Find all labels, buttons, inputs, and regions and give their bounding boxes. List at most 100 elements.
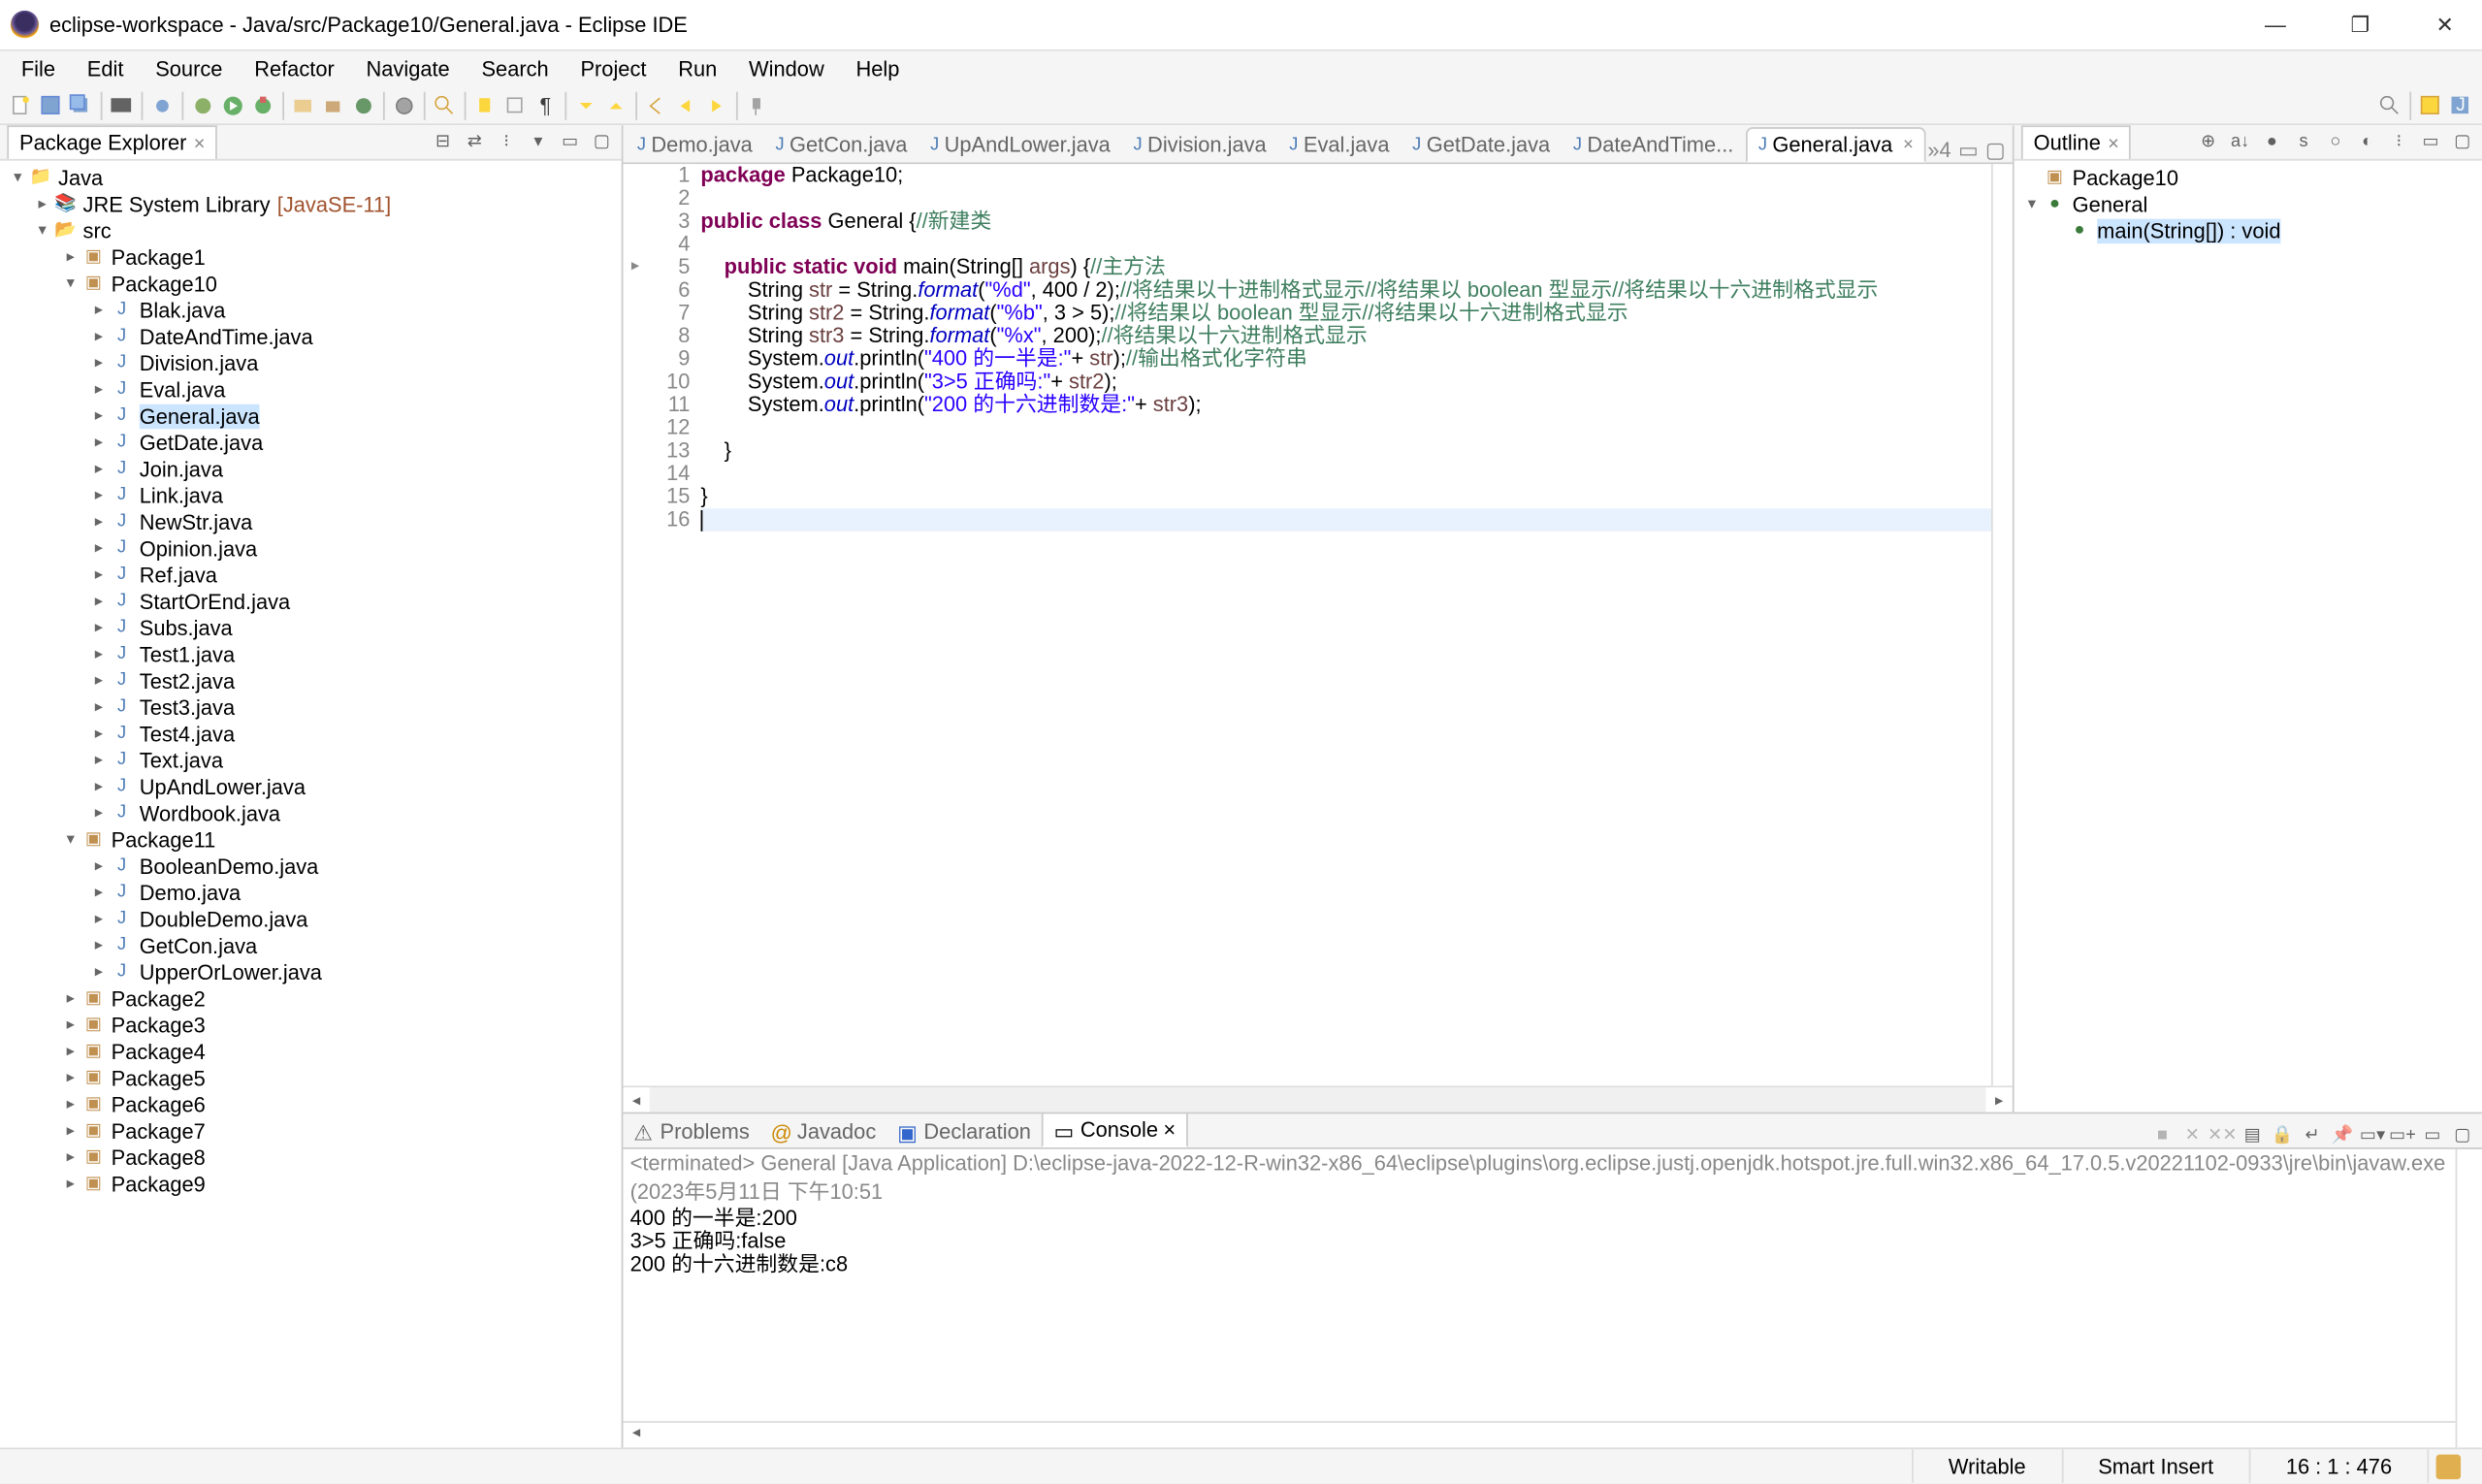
coverage-icon[interactable] <box>249 91 277 119</box>
tab-console[interactable]: ▭Console× <box>1042 1113 1188 1147</box>
hide-local-icon[interactable]: ◐ <box>2355 130 2379 154</box>
java-file-node[interactable]: ▸JWordbook.java <box>0 799 621 825</box>
menu-run[interactable]: Run <box>664 53 731 85</box>
java-file-node[interactable]: ▸JText.java <box>0 747 621 773</box>
java-file-node[interactable]: ▸JGetDate.java <box>0 429 621 455</box>
java-file-node[interactable]: ▸JSubs.java <box>0 614 621 640</box>
java-file-node[interactable]: ▸JUpperOrLower.java <box>0 958 621 984</box>
minimize-view-icon[interactable]: ▭ <box>558 130 582 154</box>
close-icon[interactable]: × <box>1163 1117 1176 1142</box>
java-file-node[interactable]: ▸JNewStr.java <box>0 508 621 534</box>
close-icon[interactable]: × <box>194 134 206 155</box>
java-file-node[interactable]: ▸JOpinion.java <box>0 534 621 561</box>
close-button[interactable]: ✕ <box>2418 7 2471 42</box>
console-vscroll[interactable] <box>2456 1149 2482 1448</box>
editor-tab[interactable]: JGetDate.java <box>1402 127 1561 162</box>
tip-icon[interactable] <box>2436 1454 2461 1478</box>
console-output[interactable]: 400 的一半是:200 3>5 正确吗:false 200 的十六进制数是:c… <box>623 1208 2455 1421</box>
terminate-icon[interactable]: ■ <box>2150 1123 2175 1147</box>
minimize-button[interactable]: — <box>2249 7 2303 42</box>
word-wrap-icon[interactable]: ↵ <box>2300 1123 2324 1147</box>
search-icon[interactable] <box>431 91 459 119</box>
remove-all-icon[interactable]: ✕✕ <box>2210 1123 2235 1147</box>
java-file-node[interactable]: ▸JTest1.java <box>0 641 621 667</box>
clear-console-icon[interactable]: ▤ <box>2240 1123 2265 1147</box>
next-annotation-icon[interactable] <box>572 91 600 119</box>
outline-tab[interactable]: Outline× <box>2021 125 2132 159</box>
console-hscroll[interactable]: ◂ <box>623 1421 2455 1447</box>
editor-tab[interactable]: JDateAndTime... <box>1563 127 1744 162</box>
save-all-icon[interactable] <box>67 91 95 119</box>
maximize-editor-icon[interactable]: ▢ <box>1985 138 2006 162</box>
scroll-lock-icon[interactable]: 🔒 <box>2271 1123 2295 1147</box>
menu-project[interactable]: Project <box>566 53 661 85</box>
package-node[interactable]: ▸▣Package9 <box>0 1171 621 1197</box>
java-file-node[interactable]: ▸JGetCon.java <box>0 932 621 958</box>
editor-tab[interactable]: JUpAndLower.java <box>919 127 1121 162</box>
package-node[interactable]: ▾▣Package11 <box>0 826 621 853</box>
java-file-node[interactable]: ▸JTest4.java <box>0 721 621 747</box>
java-file-node[interactable]: ▸JDoubleDemo.java <box>0 906 621 932</box>
java-file-node[interactable]: ▸JJoin.java <box>0 456 621 482</box>
close-icon[interactable]: × <box>1903 135 1914 154</box>
tab-javadoc[interactable]: @Javadoc <box>760 1115 886 1147</box>
code-editor[interactable]: ▸ 12345678910111213141516 package Packag… <box>623 164 2013 1085</box>
new-class-icon[interactable] <box>349 91 377 119</box>
outline-method[interactable]: ●main(String[]) : void <box>2015 217 2482 243</box>
package-node[interactable]: ▸▣Package4 <box>0 1038 621 1064</box>
java-file-node[interactable]: ▸JEval.java <box>0 376 621 403</box>
menu-file[interactable]: File <box>7 53 69 85</box>
toggle-mark-icon[interactable] <box>471 91 500 119</box>
package-tree[interactable]: ▾📁Java ▸📚JRE System Library[JavaSE-11] ▾… <box>0 161 621 1448</box>
package-explorer-tab[interactable]: Package Explorer× <box>7 125 217 159</box>
minimize-panel-icon[interactable]: ▭ <box>2420 1123 2444 1147</box>
jre-node[interactable]: ▸📚JRE System Library[JavaSE-11] <box>0 191 621 217</box>
pin-console-icon[interactable]: 📌 <box>2330 1123 2354 1147</box>
package-node[interactable]: ▸▣Package3 <box>0 1012 621 1038</box>
hide-fields-icon[interactable]: ● <box>2260 130 2284 154</box>
new-package-icon[interactable] <box>319 91 347 119</box>
quick-access-icon[interactable] <box>2376 91 2404 119</box>
editor-tab[interactable]: JGeneral.java× <box>1746 127 1925 162</box>
package-node[interactable]: ▸▣Package1 <box>0 243 621 270</box>
package-node[interactable]: ▸▣Package8 <box>0 1144 621 1170</box>
menu-help[interactable]: Help <box>842 53 914 85</box>
new-icon[interactable] <box>7 91 35 119</box>
display-console-icon[interactable]: ▭▾ <box>2360 1123 2384 1147</box>
java-file-node[interactable]: ▸JGeneral.java <box>0 403 621 429</box>
prev-annotation-icon[interactable] <box>602 91 630 119</box>
back-icon[interactable] <box>672 91 700 119</box>
editor-hscroll[interactable]: ◂ ▸ <box>623 1085 2013 1112</box>
toggle-whitespace-icon[interactable]: ¶ <box>532 91 560 119</box>
editor-tab[interactable]: JEval.java <box>1278 127 1400 162</box>
java-file-node[interactable]: ▸JBooleanDemo.java <box>0 853 621 879</box>
editor-tab[interactable]: JGetCon.java <box>765 127 919 162</box>
run-icon[interactable] <box>219 91 247 119</box>
package-node[interactable]: ▸▣Package6 <box>0 1091 621 1117</box>
hide-nonpublic-icon[interactable]: ○ <box>2323 130 2347 154</box>
package-node[interactable]: ▸▣Package7 <box>0 1117 621 1144</box>
view-menu-icon[interactable]: ⁝ <box>2387 130 2411 154</box>
java-file-node[interactable]: ▸JDateAndTime.java <box>0 323 621 349</box>
editor-tab[interactable]: JDivision.java <box>1123 127 1277 162</box>
menu-search[interactable]: Search <box>467 53 563 85</box>
menu-edit[interactable]: Edit <box>73 53 138 85</box>
minimize-editor-icon[interactable]: ▭ <box>1958 138 1979 162</box>
collapse-all-icon[interactable]: ⊟ <box>431 130 455 154</box>
new-java-project-icon[interactable] <box>289 91 317 119</box>
maximize-view-icon[interactable]: ▢ <box>590 130 614 154</box>
package-node[interactable]: ▾▣Package10 <box>0 270 621 296</box>
link-editor-icon[interactable]: ⇄ <box>463 130 487 154</box>
maximize-view-icon[interactable]: ▢ <box>2450 130 2474 154</box>
last-edit-icon[interactable] <box>642 91 670 119</box>
java-file-node[interactable]: ▸JStartOrEnd.java <box>0 588 621 614</box>
java-file-node[interactable]: ▸JRef.java <box>0 562 621 588</box>
view-menu-icon[interactable]: ▾ <box>526 130 550 154</box>
remove-launch-icon[interactable]: ✕ <box>2180 1123 2205 1147</box>
forward-icon[interactable] <box>702 91 730 119</box>
close-icon[interactable]: × <box>2108 134 2119 155</box>
menu-source[interactable]: Source <box>142 53 237 85</box>
src-folder-node[interactable]: ▾📂src <box>0 217 621 243</box>
minimize-view-icon[interactable]: ▭ <box>2418 130 2442 154</box>
open-console-icon[interactable]: ▭+ <box>2390 1123 2414 1147</box>
